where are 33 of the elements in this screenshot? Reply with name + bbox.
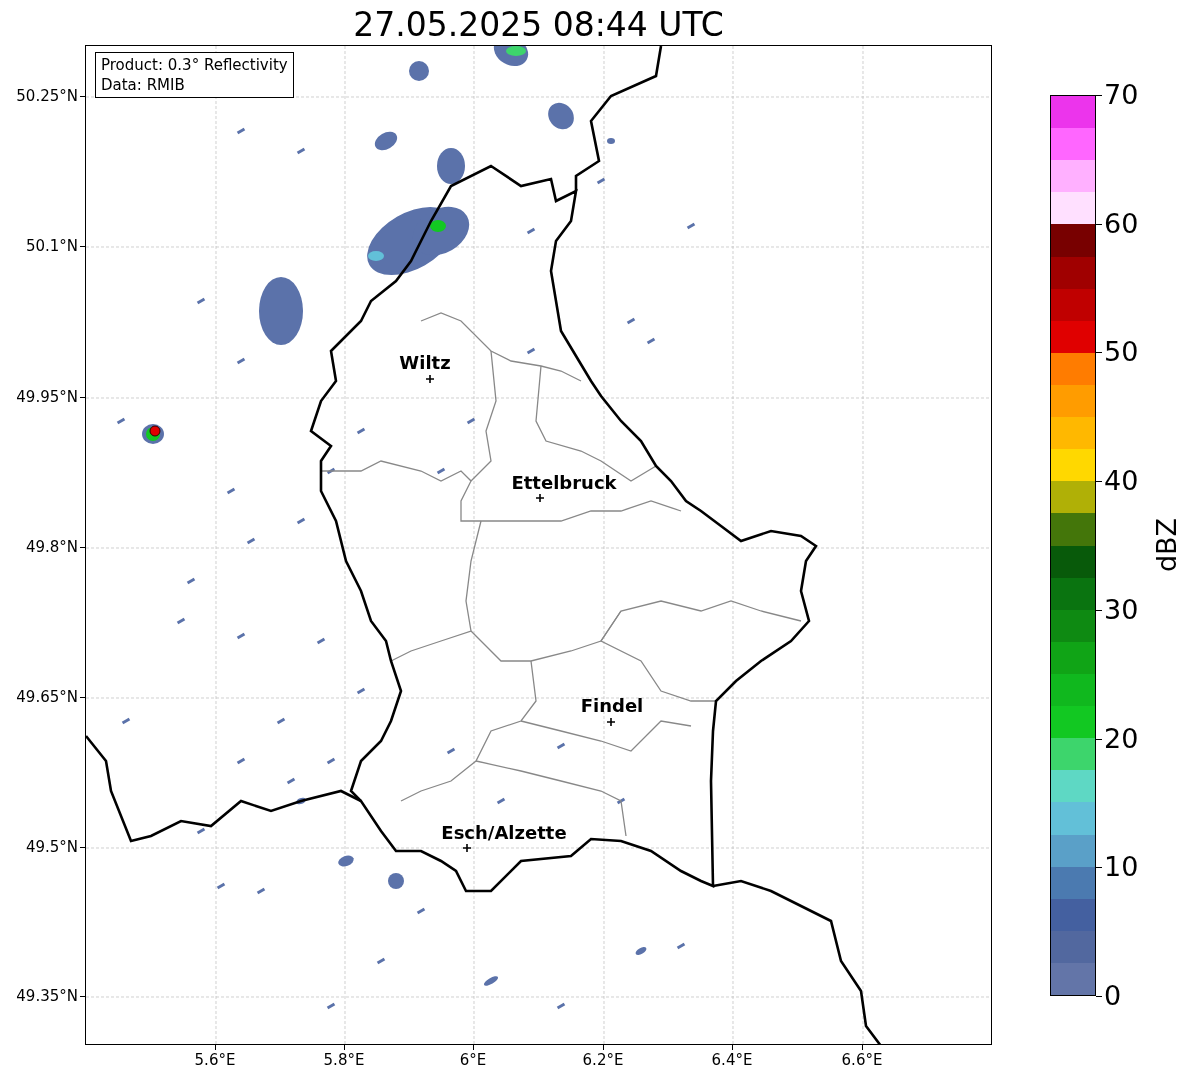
crosshair-icon [536,494,544,502]
colorbar-tick-label: 50 [1104,337,1139,368]
colorbar-tick-label: 70 [1104,80,1139,110]
axis-tick-label: 5.8°E [323,1051,365,1069]
colorbar-tick-label: 10 [1104,852,1139,883]
crosshair-icon [607,718,615,726]
axis-tick-label: 6°E [459,1051,487,1069]
place-label: Esch/Alzette [441,823,567,843]
colorbar-tick-label: 40 [1104,466,1139,497]
colorbar-tick-label: 30 [1104,594,1139,625]
colorbar-tick-label: 60 [1104,208,1139,239]
axis-tick-label: 6.6°E [841,1051,883,1069]
colorbar-label: dBZ [1152,517,1183,573]
crosshair-icon [426,375,434,383]
axis-tick-label: 50.1°N [25,237,78,255]
place-label: Wiltz [399,353,451,373]
axis-tick-label: 49.8°N [25,538,78,556]
axis-tick-label: 6.4°E [711,1051,753,1069]
axis-tick-label: 6.2°E [582,1051,624,1069]
place-label: Ettelbruck [511,473,617,493]
info-text: Product: 0.3° Reflectivity [101,55,288,75]
crosshair-icon [463,844,471,852]
axis-tick-label: 49.5°N [25,838,78,856]
info-text: Data: RMIB [101,75,186,95]
axis-tick-label: 49.35°N [16,987,78,1005]
axis-tick-label: 50.25°N [16,87,78,105]
axis-tick-label: 5.6°E [194,1051,236,1069]
place-label: Findel [580,696,644,716]
chart-title: 27.05.2025 08:44 UTC [352,4,725,46]
colorbar-tick-label: 0 [1104,981,1122,1011]
axis-tick-label: 49.65°N [16,688,78,706]
axis-tick-label: 49.95°N [16,388,78,406]
colorbar-tick-label: 20 [1104,723,1139,754]
